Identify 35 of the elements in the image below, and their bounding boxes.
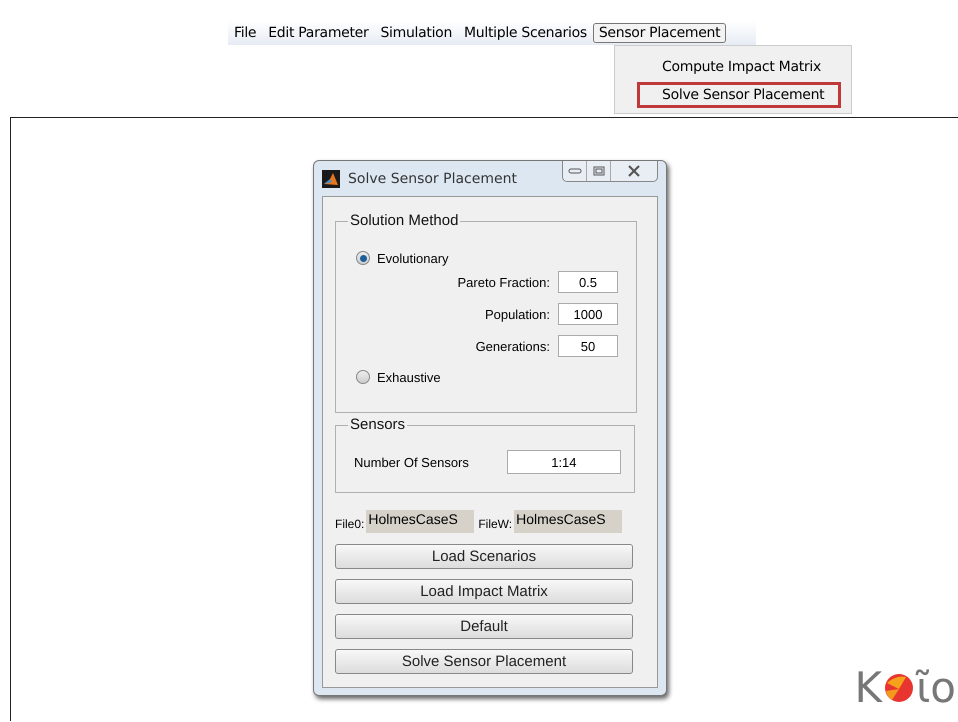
push-button[interactable]: Load Scenarios bbox=[335, 544, 633, 569]
field-label: Generations: bbox=[476, 338, 550, 354]
menu-item[interactable]: Sensor Placement bbox=[592, 22, 726, 42]
close-icon bbox=[627, 165, 641, 177]
push-button[interactable]: Solve Sensor Placement bbox=[335, 649, 633, 674]
push-button[interactable]: Default bbox=[335, 614, 633, 639]
input-field[interactable]: 0.5 bbox=[558, 271, 618, 293]
window-title: Solve Sensor Placement bbox=[348, 170, 517, 186]
file-name: HolmesCaseS bbox=[366, 510, 474, 533]
radio-label: Exhaustive bbox=[377, 370, 441, 384]
radio-button[interactable] bbox=[356, 251, 370, 265]
menu-item[interactable]: File bbox=[228, 22, 262, 42]
app-icon bbox=[322, 170, 340, 188]
field-label: Population: bbox=[484, 306, 550, 322]
logo-icon bbox=[884, 673, 914, 703]
field-label: Number Of Sensors bbox=[354, 454, 469, 470]
input-field[interactable]: 50 bbox=[558, 335, 618, 357]
logo-text: K bbox=[854, 663, 882, 713]
field-label: Pareto Fraction: bbox=[458, 274, 550, 290]
file-label: File0: bbox=[335, 517, 364, 531]
radio-label: Evolutionary bbox=[377, 250, 449, 266]
menu-item[interactable]: Multiple Scenarios bbox=[458, 22, 593, 42]
push-button[interactable]: Load Impact Matrix bbox=[335, 579, 633, 604]
menu-item[interactable]: Solve Sensor Placement bbox=[637, 82, 841, 108]
menu-item[interactable]: Compute Impact Matrix bbox=[637, 54, 841, 80]
logo-text: ῖο bbox=[916, 663, 956, 713]
input-field[interactable]: 1:14 bbox=[506, 450, 621, 474]
file-name: HolmesCaseS bbox=[514, 510, 622, 533]
input-field[interactable]: 1000 bbox=[558, 303, 618, 325]
maximize-icon bbox=[592, 166, 604, 176]
menu-item[interactable]: Simulation bbox=[374, 22, 458, 42]
menu-item[interactable]: Edit Parameter bbox=[262, 22, 374, 42]
file-label: FileW: bbox=[478, 517, 512, 531]
minimize-icon bbox=[568, 167, 582, 175]
radio-button[interactable] bbox=[356, 370, 370, 384]
